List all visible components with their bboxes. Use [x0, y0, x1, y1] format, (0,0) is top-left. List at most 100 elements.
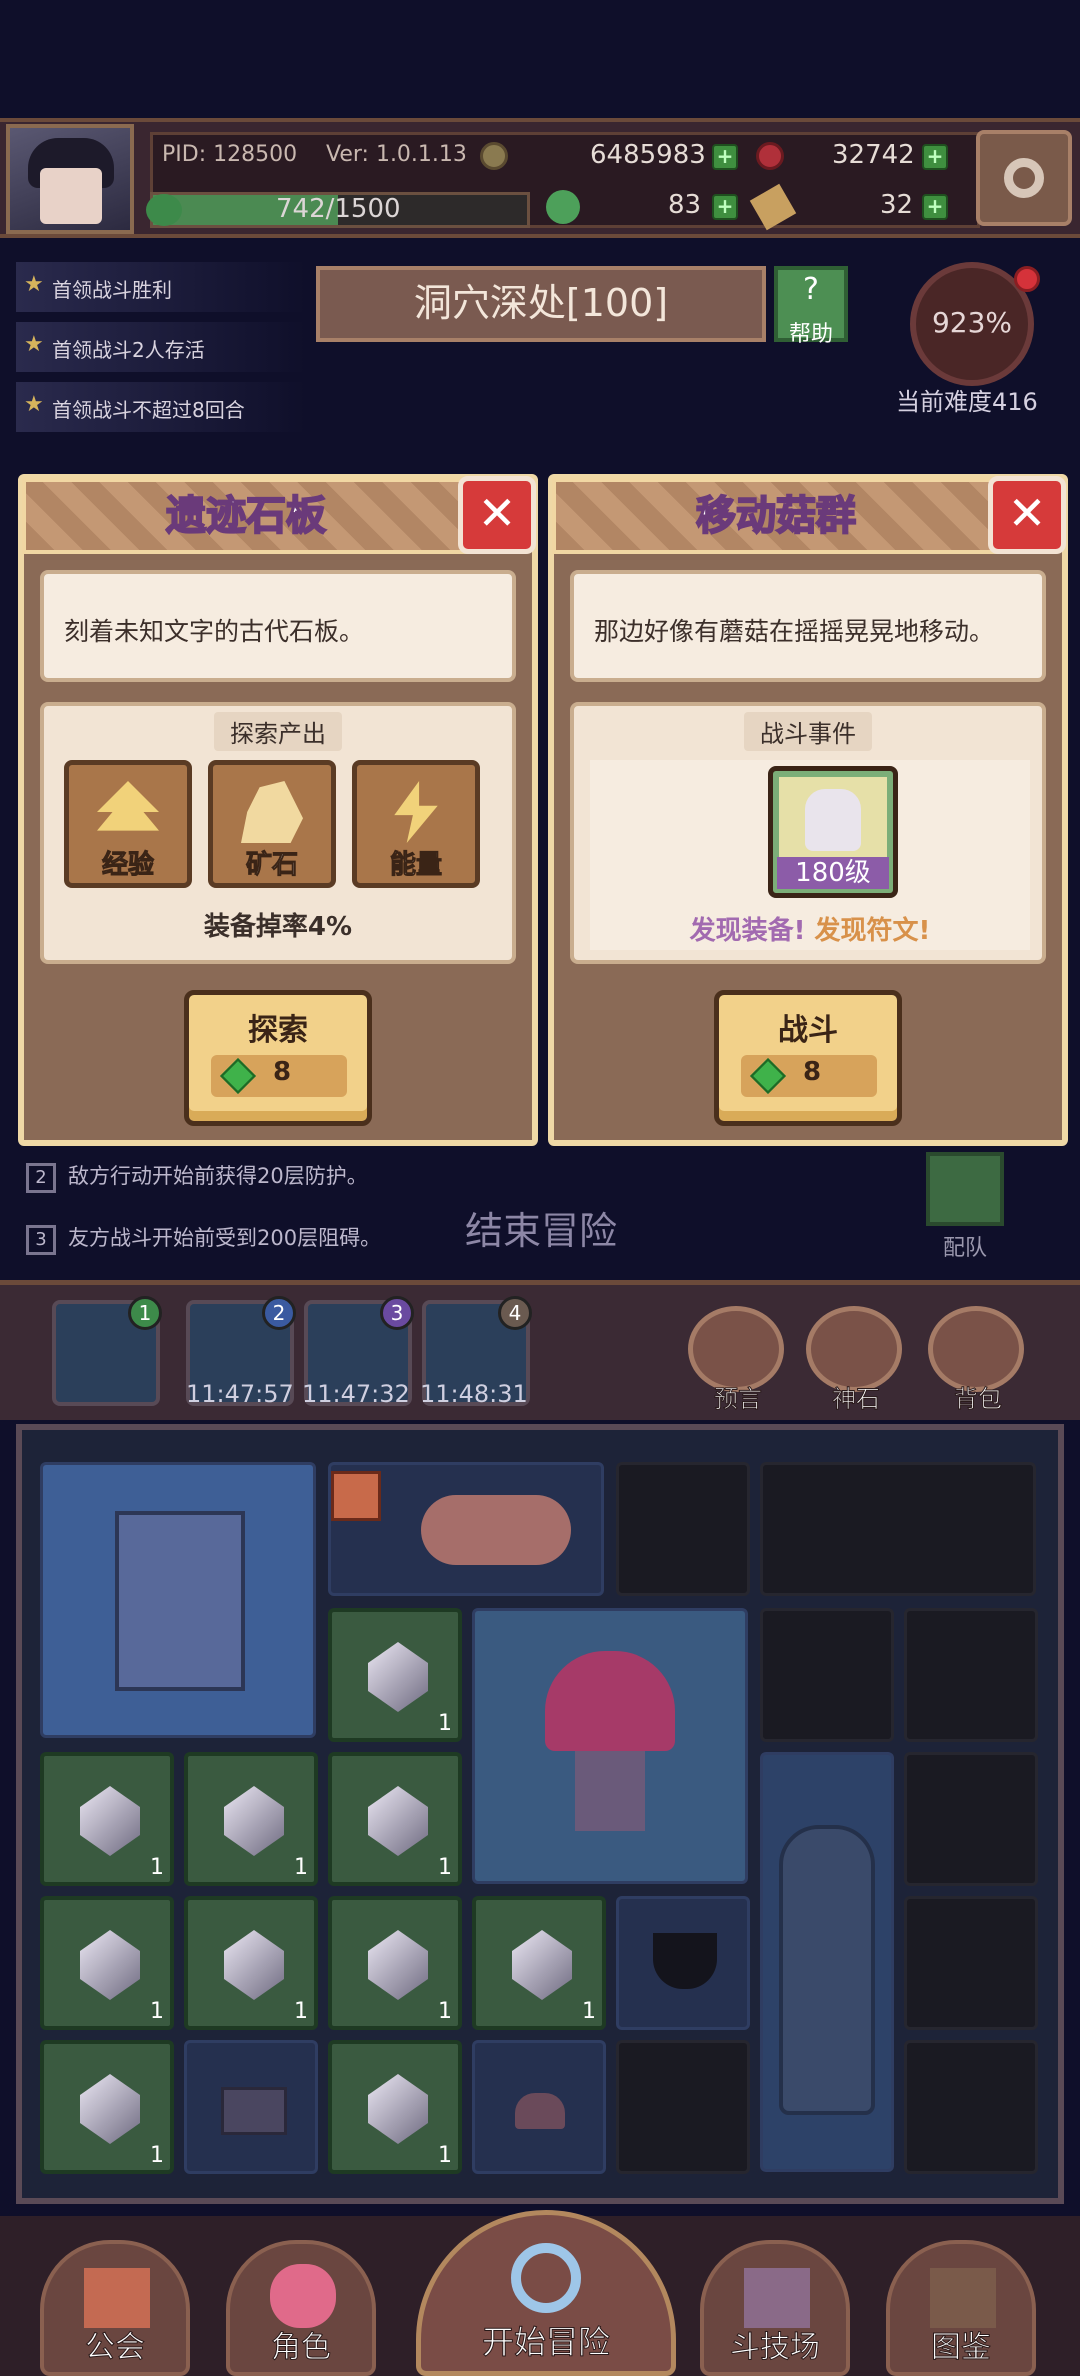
reward-exp[interactable]: 经验 [64, 760, 192, 888]
cost-tag: 8 [741, 1055, 877, 1097]
unexplored-tile[interactable] [904, 1896, 1038, 2030]
reward-energy[interactable]: 能量 [352, 760, 480, 888]
nav-codex[interactable]: 图鉴 [886, 2240, 1036, 2376]
battle-info: 180级 发现装备! 发现符文! [590, 760, 1030, 950]
close-icon: ✕ [477, 486, 517, 540]
pid-text: PID: 128500 [162, 142, 298, 167]
ore-icon [241, 781, 303, 843]
swords-icon [744, 2268, 810, 2328]
battle-button[interactable]: 战斗 8 [714, 990, 902, 1126]
card-title: 移动菇群 [695, 492, 857, 540]
mushroom-tile[interactable] [472, 1608, 748, 1884]
slot-timer: 11:48:31 [420, 1380, 528, 1408]
version-text: Ver: 1.0.1.13 [326, 142, 467, 167]
totem-icon [779, 1825, 875, 2115]
portal-slot[interactable]: 1 [52, 1296, 162, 1406]
ore-tile[interactable]: 1 [184, 1896, 318, 2030]
key-value: 32 [880, 190, 914, 220]
book-icon [930, 2268, 996, 2328]
star-icon: ★ [24, 272, 44, 297]
backpack-button[interactable]: 背包 [928, 1306, 1028, 1414]
add-clover-button[interactable]: + [712, 194, 738, 220]
settings-button[interactable] [976, 130, 1072, 226]
ore-tile[interactable]: 1 [40, 2040, 174, 2174]
cauldron-tile[interactable] [616, 1896, 750, 2030]
ore-tile[interactable]: 1 [40, 1752, 174, 1886]
card-header: 移动菇群 [552, 478, 1000, 554]
ore-tile[interactable]: 1 [472, 1896, 606, 2030]
totem-tile[interactable] [760, 1752, 894, 2172]
quest-item: ★ 首领战斗胜利 [16, 262, 306, 312]
explore-output-panel: 探索产出 经验 矿石 能量 装备掉率4% [40, 702, 516, 964]
player-avatar[interactable] [6, 124, 134, 234]
ore-tile[interactable]: 1 [40, 1896, 174, 2030]
ruby-icon [756, 142, 784, 170]
divine-stone-button[interactable]: 神石 [806, 1306, 906, 1414]
guild-icon [84, 2268, 150, 2328]
ore-icon [224, 1930, 284, 2000]
unexplored-tile[interactable] [760, 1462, 1036, 1596]
ore-icon [368, 1930, 428, 2000]
unexplored-tile[interactable] [616, 2040, 750, 2174]
nav-arena[interactable]: 斗技场 [700, 2240, 850, 2376]
cauldron-icon [653, 1933, 717, 1989]
ore-tile[interactable]: 1 [184, 1752, 318, 1886]
gold-icon [480, 142, 508, 170]
mushroom-icon [515, 2093, 565, 2129]
end-adventure-button[interactable]: 结束冒险 [456, 1150, 626, 1253]
reward-ore[interactable]: 矿石 [208, 760, 336, 888]
mushroom-icon [545, 1651, 675, 1751]
ruins-tablet-tile[interactable] [40, 1462, 316, 1738]
add-gold-button[interactable]: + [712, 144, 738, 170]
ore-icon [368, 1786, 428, 1856]
help-label: 帮助 [788, 322, 833, 347]
close-button[interactable]: ✕ [988, 476, 1066, 554]
unexplored-tile[interactable] [904, 2040, 1038, 2174]
close-button[interactable]: ✕ [458, 476, 536, 554]
unexplored-tile[interactable] [904, 1608, 1038, 1742]
add-keys-button[interactable]: + [922, 194, 948, 220]
ore-tile[interactable]: 1 [328, 1896, 462, 2030]
add-gems-button[interactable]: + [922, 144, 948, 170]
gem-icon [749, 1057, 787, 1095]
drop-rate-text: 装备掉率4% [203, 912, 353, 942]
gold-value: 6485983 [590, 140, 706, 170]
unexplored-tile[interactable] [760, 1608, 894, 1742]
ore-icon [512, 1930, 572, 2000]
enemy-portrait[interactable]: 180级 [768, 766, 898, 898]
close-icon: ✕ [1007, 486, 1047, 540]
small-mushroom-tile[interactable] [472, 2040, 606, 2174]
star-icon: ★ [24, 332, 44, 357]
unexplored-tile[interactable] [616, 1462, 750, 1596]
battle-event-panel: 战斗事件 180级 发现装备! 发现符文! [570, 702, 1046, 964]
gem-icon [219, 1057, 257, 1095]
ore-tile[interactable]: 1 [328, 1752, 462, 1886]
creature-tile[interactable] [328, 1462, 604, 1596]
team-icon [926, 1152, 1004, 1226]
lightning-icon [394, 781, 438, 843]
gem-value: 32742 [832, 140, 915, 170]
panel-label: 战斗事件 [744, 712, 872, 751]
event-card-ruins: 遗迹石板 ✕ 刻着未知文字的古代石板。 探索产出 经验 矿石 能量 装备掉率4%… [18, 474, 538, 1146]
prophecy-button[interactable]: 预言 [688, 1306, 788, 1414]
unexplored-tile[interactable] [904, 1752, 1038, 1886]
chest-icon [221, 2087, 287, 2135]
explore-button[interactable]: 探索 8 [184, 990, 372, 1126]
ore-tile[interactable]: 1 [328, 1608, 462, 1742]
nav-guild[interactable]: 公会 [40, 2240, 190, 2376]
nav-character[interactable]: 角色 [226, 2240, 376, 2376]
chest-tile[interactable] [184, 2040, 318, 2174]
character-icon [270, 2264, 336, 2328]
quest-item: ★ 首领战斗不超过8回合 [16, 382, 306, 432]
quest-item: ★ 首领战斗2人存活 [16, 322, 306, 372]
slot-timer: 11:47:32 [302, 1380, 410, 1408]
enemy-face-icon [805, 789, 861, 851]
tool-strip [0, 1280, 1080, 1420]
clover-icon [546, 190, 580, 224]
slot-timer: 11:47:57 [186, 1380, 294, 1408]
card-description: 刻着未知文字的古代石板。 [40, 570, 516, 682]
exp-text: 742/1500 [276, 194, 401, 224]
cost-tag: 8 [211, 1055, 347, 1097]
ore-tile[interactable]: 1 [328, 2040, 462, 2174]
team-button[interactable]: 配队 [926, 1152, 1016, 1262]
